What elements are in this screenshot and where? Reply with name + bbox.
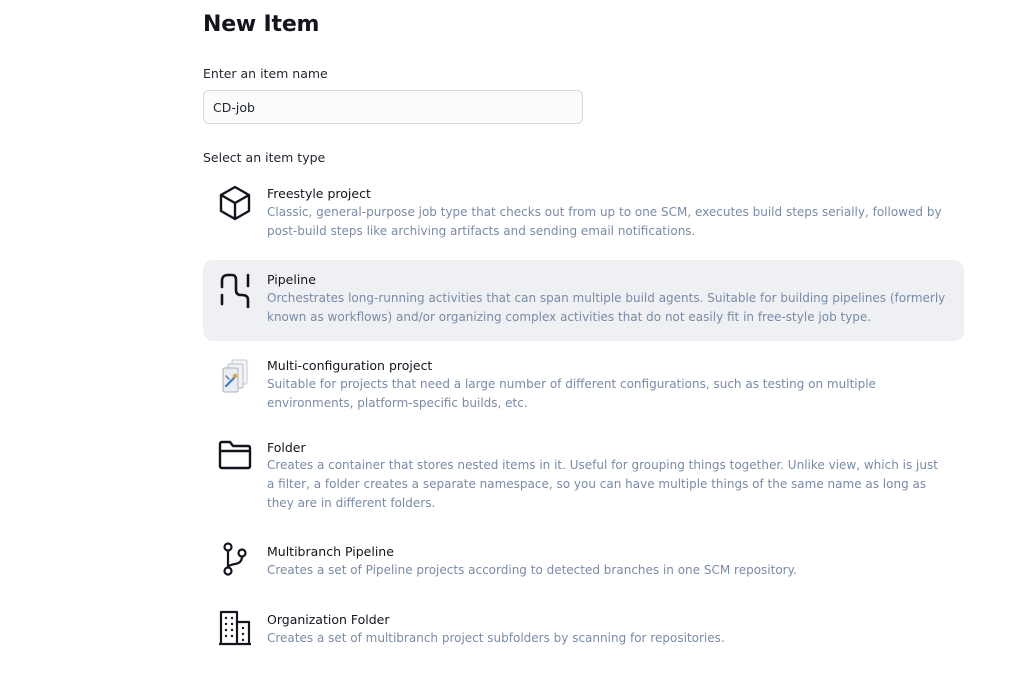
branch-icon xyxy=(217,540,253,578)
item-type-label: Select an item type xyxy=(203,150,326,165)
item-name: Multibranch Pipeline xyxy=(267,544,394,559)
item-description: Classic, general-purpose job type that c… xyxy=(267,205,942,238)
item-type-multibranch-pipeline[interactable]: Multibranch Pipeline Creates a set of Pi… xyxy=(203,536,964,588)
item-name-input[interactable] xyxy=(203,90,583,124)
building-icon xyxy=(217,608,253,646)
item-description: Suitable for projects that need a large … xyxy=(267,377,876,410)
item-type-multi-configuration-project[interactable]: Multi-configuration project Suitable for… xyxy=(203,350,964,420)
folder-icon xyxy=(217,436,253,474)
item-description: Creates a set of Pipeline projects accor… xyxy=(267,563,797,577)
item-type-organization-folder[interactable]: Organization Folder Creates a set of mul… xyxy=(203,604,964,656)
item-name: Freestyle project xyxy=(267,186,371,201)
item-type-folder[interactable]: Folder Creates a container that stores n… xyxy=(203,433,964,521)
item-name: Multi-configuration project xyxy=(267,358,433,373)
item-description: Creates a container that stores nested i… xyxy=(267,458,938,510)
item-type-pipeline[interactable]: Pipeline Orchestrates long-running activ… xyxy=(203,260,964,341)
item-description: Creates a set of multibranch project sub… xyxy=(267,631,725,645)
item-name-label: Enter an item name xyxy=(203,66,328,81)
item-name: Organization Folder xyxy=(267,612,390,627)
pipeline-icon xyxy=(217,271,253,309)
item-name: Pipeline xyxy=(267,272,316,287)
page-title: New Item xyxy=(203,12,320,37)
item-description: Orchestrates long-running activities tha… xyxy=(267,291,946,324)
stacked-documents-icon xyxy=(217,356,253,394)
cube-icon xyxy=(217,184,253,222)
item-name: Folder xyxy=(267,440,306,455)
item-type-freestyle-project[interactable]: Freestyle project Classic, general-purpo… xyxy=(203,178,964,248)
new-item-page: New Item Enter an item name Select an it… xyxy=(0,0,1031,684)
